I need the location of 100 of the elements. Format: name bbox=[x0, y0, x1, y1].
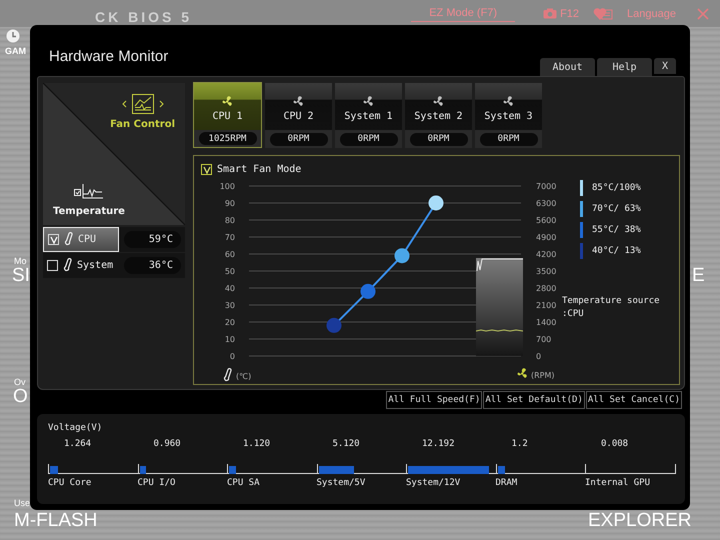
sensor-checkbox[interactable] bbox=[47, 260, 58, 271]
fan-speed-readout: 0RPM bbox=[270, 132, 328, 146]
sensor-checkbox[interactable] bbox=[48, 234, 59, 245]
fan-icon bbox=[502, 95, 515, 107]
sensor-item[interactable]: System bbox=[43, 253, 119, 278]
sensor-item[interactable]: CPU bbox=[43, 227, 119, 252]
menu-label: SI bbox=[12, 265, 30, 287]
legend-label: 55°C/ 38% bbox=[592, 225, 641, 235]
app-title: CK BIOS 5 bbox=[95, 8, 192, 24]
chart-icon bbox=[132, 94, 154, 114]
action-button[interactable]: All Set Cancel(C) bbox=[586, 391, 682, 409]
axis-tick-label: 7000 bbox=[536, 182, 556, 191]
menu-label: Use bbox=[14, 498, 30, 508]
action-button[interactable]: All Full Speed(F) bbox=[386, 391, 482, 409]
voltage-reading: 0.960 bbox=[152, 439, 182, 451]
fan-tab[interactable]: CPU 1 bbox=[194, 83, 261, 130]
axis-tick-label: 50 bbox=[224, 267, 235, 276]
rail-label: CPU Core bbox=[48, 478, 92, 488]
mode-tab[interactable]: Temperature bbox=[53, 206, 125, 217]
axis-tick-label: 3500 bbox=[536, 267, 556, 276]
curve-point-handle[interactable] bbox=[394, 248, 410, 264]
legend-label: 85°C/100% bbox=[592, 183, 641, 193]
fan-speed-readout: 1025RPM bbox=[198, 132, 256, 145]
axis-tick-label: 5600 bbox=[536, 216, 556, 225]
thermometer-icon bbox=[224, 368, 232, 382]
rail-label: CPU I/O bbox=[138, 478, 176, 488]
axis-tick-label: 70 bbox=[224, 233, 235, 242]
temperature-source-text: :CPU bbox=[562, 308, 585, 321]
axis-tick-label: 90 bbox=[224, 199, 235, 208]
chevron-left-icon bbox=[122, 100, 127, 108]
fan-icon bbox=[362, 95, 375, 107]
axis-tick-label: 20 bbox=[224, 318, 235, 327]
rail-label: DRAM bbox=[496, 478, 518, 488]
section-title: Voltage(V) bbox=[48, 423, 104, 433]
rail-label: System/5V bbox=[316, 478, 366, 488]
monitor-chart-icon bbox=[74, 183, 104, 199]
clock-icon bbox=[6, 29, 20, 43]
fan-speed-readout: 0RPM bbox=[480, 132, 538, 146]
curve-point-handle[interactable] bbox=[326, 318, 342, 333]
window-title: Hardware Monitor bbox=[49, 48, 168, 65]
fan-tab[interactable]: System 2 bbox=[405, 83, 472, 130]
menu-label: M-FLASH bbox=[14, 510, 98, 532]
smart-fan-checkbox[interactable] bbox=[201, 164, 212, 175]
menu-label: GAM bbox=[5, 46, 26, 56]
voltage-reading: 5.120 bbox=[332, 439, 361, 451]
axis-tick-label: 4900 bbox=[536, 233, 556, 242]
mode-tab[interactable]: Fan Control bbox=[110, 119, 175, 130]
axis-tick-label: 4200 bbox=[536, 250, 556, 259]
header-button[interactable]: About bbox=[540, 58, 595, 76]
rail-label: CPU SA bbox=[227, 478, 261, 488]
curve-point-handle[interactable] bbox=[428, 196, 444, 210]
temperature-reading: 36°C bbox=[124, 257, 181, 274]
menu-label: O bbox=[13, 386, 28, 408]
legend-label: 40°C/ 13% bbox=[592, 246, 641, 256]
menu-label: EXPLORER bbox=[588, 510, 692, 532]
fan-speed-readout: 0RPM bbox=[340, 132, 398, 146]
voltage-reading: 1.2 bbox=[510, 439, 529, 451]
header-button[interactable]: Help bbox=[597, 58, 652, 76]
axis-tick-label: 2100 bbox=[536, 301, 556, 310]
fan-icon bbox=[432, 95, 445, 107]
axis-tick-label: 700 bbox=[536, 335, 552, 344]
axis-tick-label: 60 bbox=[224, 250, 235, 259]
axis-tick-label: 6300 bbox=[536, 199, 556, 208]
fan-tab[interactable]: System 3 bbox=[475, 83, 542, 130]
menu-label: Mo bbox=[14, 256, 27, 266]
axis-tick-label: 30 bbox=[224, 301, 235, 310]
rail-label: System/12V bbox=[406, 478, 462, 488]
voltage-reading: 12.192 bbox=[421, 439, 456, 451]
voltage-reading: 1.120 bbox=[242, 439, 272, 451]
axis-unit-label: (℃) bbox=[236, 372, 252, 381]
axis-tick-label: 40 bbox=[224, 284, 235, 293]
menu-label: Ov bbox=[14, 377, 26, 387]
close-button[interactable]: X bbox=[654, 58, 676, 74]
axis-tick-label: 10 bbox=[224, 335, 235, 344]
fan-tab[interactable]: CPU 2 bbox=[265, 83, 332, 130]
axis-tick-label: 2800 bbox=[536, 284, 556, 293]
axis-tick-label: 0 bbox=[230, 352, 235, 361]
fan-icon bbox=[221, 95, 234, 107]
fan-tab[interactable]: System 1 bbox=[335, 83, 402, 130]
thermometer-icon bbox=[62, 258, 73, 273]
temperature-reading: 59°C bbox=[124, 231, 181, 248]
legend-label: 70°C/ 63% bbox=[592, 204, 641, 214]
favorites-icon bbox=[593, 6, 614, 22]
action-button[interactable]: All Set Default(D) bbox=[483, 391, 585, 409]
fan-icon bbox=[292, 95, 305, 107]
close-icon bbox=[696, 6, 710, 20]
chevron-right-icon bbox=[158, 100, 164, 108]
axis-tick-label: 1400 bbox=[536, 318, 556, 327]
curve-point-handle[interactable] bbox=[360, 284, 376, 299]
fan-icon bbox=[518, 368, 527, 378]
fan-speed-readout: 0RPM bbox=[410, 132, 468, 146]
checkbox-label: Smart Fan Mode bbox=[217, 164, 302, 175]
axis-tick-label: 0 bbox=[536, 352, 542, 361]
axis-unit-label: (RPM) bbox=[531, 371, 555, 380]
rail-label: Internal GPU bbox=[585, 478, 652, 488]
camera-icon bbox=[543, 8, 558, 19]
temperature-source-text: Temperature source bbox=[562, 295, 661, 308]
axis-tick-label: 100 bbox=[220, 182, 235, 191]
menu-label: E bbox=[692, 265, 705, 287]
check-icon bbox=[202, 166, 210, 174]
